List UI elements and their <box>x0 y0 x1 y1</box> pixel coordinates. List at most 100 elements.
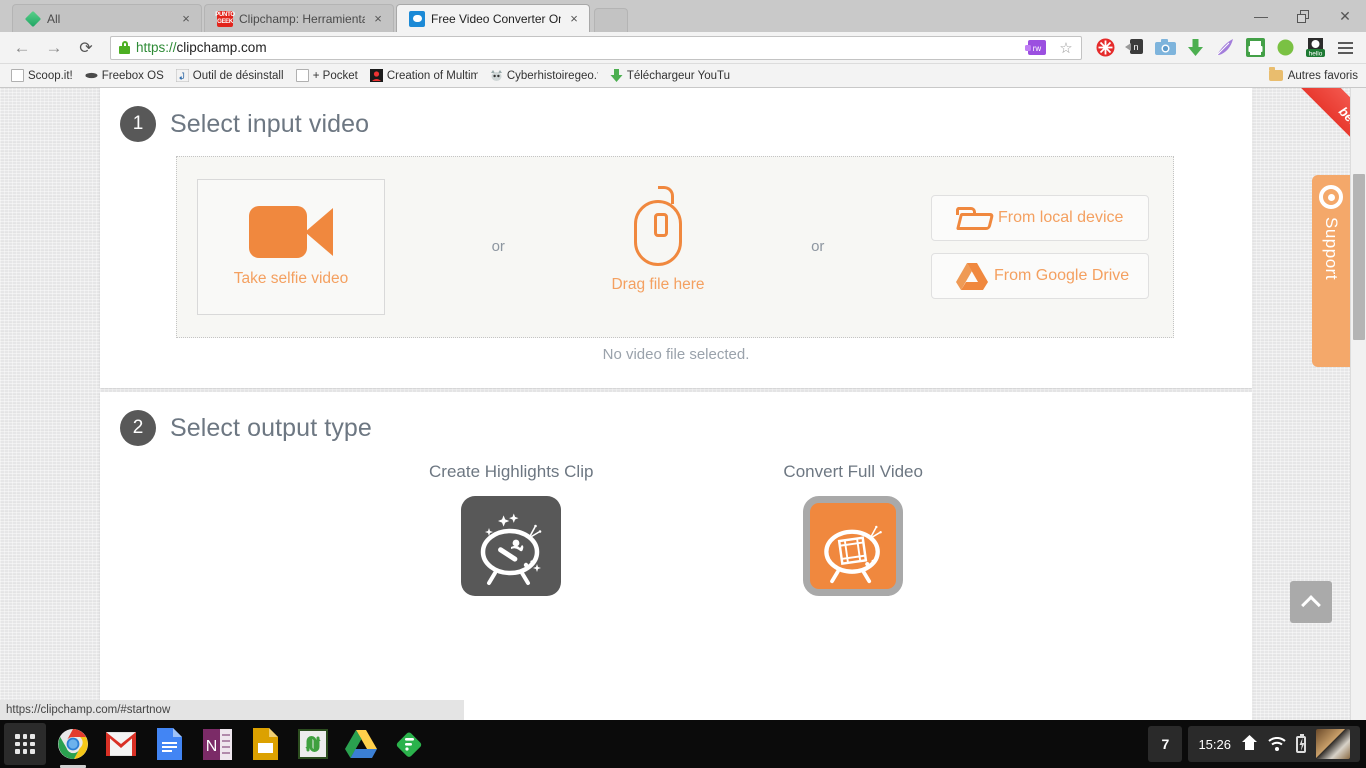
address-bar[interactable]: https://clipchamp.com rw ☆ <box>110 35 1082 60</box>
google-docs-icon[interactable] <box>148 723 190 765</box>
tab-free-video-converter[interactable]: Free Video Converter On × <box>396 4 590 32</box>
step-number-badge: 2 <box>120 410 156 446</box>
forward-icon[interactable]: → <box>40 35 68 61</box>
step-1-header: 1 Select input video <box>100 88 1252 142</box>
input-source-buttons: From local device From Google Drive <box>931 195 1150 299</box>
scroll-to-top-button[interactable] <box>1290 581 1332 623</box>
print-green-icon[interactable] <box>1242 35 1268 61</box>
download-green-icon[interactable] <box>1182 35 1208 61</box>
output-option-convert[interactable]: Convert Full Video <box>783 462 923 596</box>
wallpaper-thumb-icon[interactable] <box>1316 729 1350 759</box>
close-icon[interactable]: ✕ <box>1324 0 1366 32</box>
puntogeek-icon: PUNTO GEEK <box>215 10 235 27</box>
readwrite-extension-icon[interactable]: rw <box>1023 38 1049 58</box>
output-option-label: Convert Full Video <box>783 462 923 481</box>
bookmarks-bar: Scoop.it! Freebox OS J Outil de désinsta… <box>0 64 1366 88</box>
mouse-icon <box>634 186 682 266</box>
app-launcher-icon[interactable] <box>4 723 46 765</box>
page-viewport: 1 Select input video Take selfie video o… <box>0 88 1366 720</box>
chrome-menu-icon[interactable] <box>1332 35 1358 61</box>
take-selfie-video-button[interactable]: Take selfie video <box>197 179 385 315</box>
camera-blue-icon[interactable] <box>1152 35 1178 61</box>
page-title: Select output type <box>170 413 372 442</box>
asterisk-red-icon[interactable] <box>1092 35 1118 61</box>
url-text: https://clipchamp.com <box>136 40 267 55</box>
bookmark-item[interactable]: Freebox OS <box>80 67 169 84</box>
tab-close-icon[interactable]: × <box>371 12 385 25</box>
step-1-card: 1 Select input video Take selfie video o… <box>100 88 1252 388</box>
from-local-device-button[interactable]: From local device <box>931 195 1150 241</box>
chrome-icon[interactable] <box>52 723 94 768</box>
google-slides-icon[interactable] <box>244 723 286 765</box>
step-number-badge: 1 <box>120 106 156 142</box>
battery-icon[interactable] <box>1296 733 1306 753</box>
desktop-number[interactable]: 7 <box>1148 726 1183 762</box>
onenote-icon[interactable]: N <box>196 723 238 765</box>
chevron-up-icon <box>1301 594 1321 615</box>
take-selfie-label: Take selfie video <box>233 270 349 287</box>
gmail-icon[interactable] <box>100 723 142 765</box>
bookmark-label: Creation of Multimed <box>386 69 478 82</box>
feedly-icon[interactable] <box>388 723 430 765</box>
bookmark-item[interactable]: Creation of Multimed <box>365 67 483 84</box>
evernote-icon[interactable]: n <box>1122 35 1148 61</box>
new-tab-button[interactable] <box>594 8 628 32</box>
bookmark-item[interactable]: Scoop.it! <box>6 67 78 84</box>
feather-purple-icon[interactable] <box>1212 35 1238 61</box>
support-label: Support <box>1322 217 1341 281</box>
reload-icon[interactable]: ⟳ <box>72 35 100 61</box>
highlights-tv-icon[interactable] <box>461 496 562 596</box>
svg-text:N: N <box>205 738 217 755</box>
video-camera-icon <box>249 206 333 258</box>
hello-badge-icon[interactable]: hello <box>1302 35 1328 61</box>
open-folder-icon <box>956 205 995 231</box>
tab-close-icon[interactable]: × <box>179 12 193 25</box>
file-status-text: No video file selected. <box>602 346 750 363</box>
lock-icon <box>119 41 130 54</box>
bookmark-label: Cyberhistoiregeo.fr : <box>506 69 598 82</box>
tab-all[interactable]: All × <box>12 4 202 32</box>
clipchamp-icon <box>409 10 425 27</box>
convert-film-tv-icon[interactable] <box>803 496 904 596</box>
sync-icon[interactable] <box>292 723 334 765</box>
clock[interactable]: 15:26 <box>1198 737 1231 752</box>
svg-text:J: J <box>180 71 185 81</box>
page-scrollbar[interactable] <box>1350 88 1366 720</box>
tab-close-icon[interactable]: × <box>567 12 581 25</box>
system-tray: 7 15:26 <box>1148 726 1360 762</box>
svg-text:n: n <box>1133 42 1138 52</box>
google-drive-icon[interactable] <box>340 723 382 765</box>
scrollbar-thumb[interactable] <box>1353 174 1365 340</box>
output-option-label: Create Highlights Clip <box>429 462 594 481</box>
file-dropzone[interactable]: Take selfie video or Drag file here or F… <box>176 156 1174 338</box>
page-icon <box>295 69 309 82</box>
tab-strip: All × PUNTO GEEK Clipchamp: Herramienta ×… <box>0 0 1366 32</box>
support-tab[interactable]: Support <box>1312 175 1350 367</box>
bookmark-label: Téléchargeur YouTu <box>626 69 730 82</box>
minimize-icon[interactable]: — <box>1240 0 1282 32</box>
other-bookmarks-folder[interactable]: Autres favoris <box>1268 67 1358 82</box>
bookmark-label: Freebox OS <box>101 69 164 82</box>
tab-clipchamp-herramienta[interactable]: PUNTO GEEK Clipchamp: Herramienta × <box>204 4 394 32</box>
bookmark-item[interactable]: + Pocket <box>291 67 363 84</box>
output-option-highlights[interactable]: Create Highlights Clip <box>429 462 593 596</box>
back-icon[interactable]: ← <box>8 35 36 61</box>
from-google-drive-button[interactable]: From Google Drive <box>931 253 1150 299</box>
bookmark-item[interactable]: Téléchargeur YouTu <box>605 67 735 84</box>
bookmark-star-icon[interactable]: ☆ <box>1055 39 1077 57</box>
red-square-icon <box>369 69 383 82</box>
url-host: clipchamp.com <box>176 40 267 55</box>
taskbar-apps: N <box>4 720 430 768</box>
browser-toolbar: ← → ⟳ https://clipchamp.com rw ☆ n hello <box>0 32 1366 64</box>
tab-title: All <box>47 11 61 26</box>
bookmark-item[interactable]: Cyberhistoiregeo.fr : <box>485 67 603 84</box>
drag-file-area[interactable]: Drag file here <box>611 186 705 294</box>
wifi-icon[interactable] <box>1268 737 1286 751</box>
svg-text:rw: rw <box>1033 44 1042 53</box>
home-icon[interactable] <box>1241 734 1258 754</box>
bookmark-item[interactable]: J Outil de désinstallatio <box>171 67 289 84</box>
folder-icon <box>1268 67 1283 81</box>
maximize-icon[interactable] <box>1282 0 1324 32</box>
google-drive-icon <box>956 262 989 290</box>
circle-green-icon[interactable] <box>1272 35 1298 61</box>
